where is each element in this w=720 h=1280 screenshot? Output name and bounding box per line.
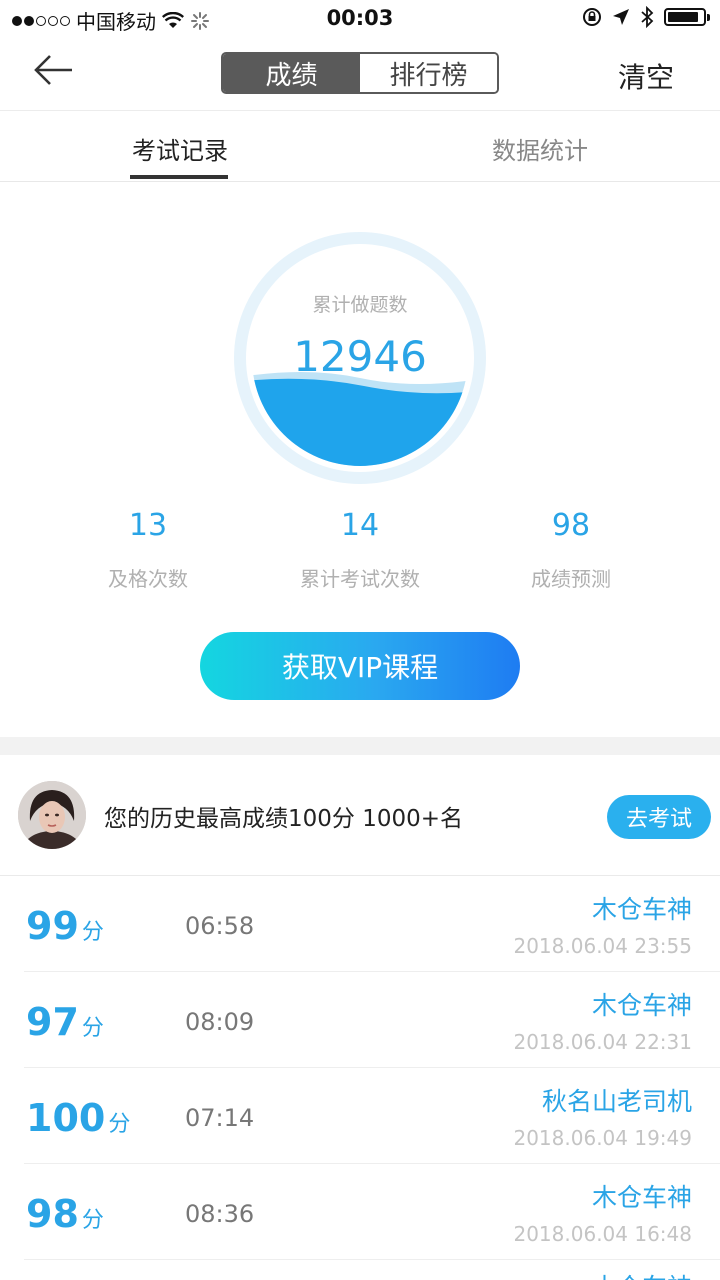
- table-row[interactable]: 100 分 07:14 秋名山老司机 2018.06.04 19:49: [0, 1068, 720, 1164]
- table-row[interactable]: 97 分 08:09 木仓车神 2018.06.04 22:31: [0, 972, 720, 1068]
- record-score: 97 分: [26, 1000, 104, 1044]
- avatar[interactable]: [18, 781, 86, 849]
- record-user-name: 木仓车神: [592, 1268, 692, 1280]
- stat-pass-count-label: 及格次数: [108, 567, 188, 591]
- record-score: 100 分: [26, 1096, 131, 1140]
- bluetooth-icon: [641, 6, 654, 28]
- location-arrow-icon: [613, 9, 629, 25]
- stat-score-prediction-label: 成绩预测: [531, 567, 611, 591]
- record-user-name: 木仓车神: [591, 991, 692, 1020]
- status-icons: [582, 6, 710, 28]
- tab-exam-records[interactable]: 考试记录: [80, 131, 280, 166]
- record-date: 2018.06.04 16:48: [513, 1222, 692, 1246]
- active-tab-indicator: [130, 175, 228, 179]
- question-count-gauge: 累计做题数 12946: [234, 232, 486, 484]
- segment-ranking[interactable]: 排行榜: [360, 54, 497, 92]
- record-score: 99 分: [26, 904, 104, 948]
- best-score-text: 您的历史最高成绩100分 1000+名: [104, 806, 464, 832]
- table-row[interactable]: 98 分 08:36 木仓车神 2018.06.04 16:48: [0, 1164, 720, 1260]
- record-duration: 08:36: [185, 1200, 255, 1228]
- sub-tabs: 考试记录 数据统计: [0, 111, 720, 182]
- stat-exam-count-value: 14: [340, 508, 380, 543]
- record-date: 2018.06.04 23:55: [513, 934, 692, 958]
- record-duration: 06:58: [185, 912, 255, 940]
- stat-score-prediction-value: 98: [551, 508, 591, 543]
- best-score-row: 您的历史最高成绩100分 1000+名 去考试: [0, 755, 720, 876]
- tab-data-statistics[interactable]: 数据统计: [440, 131, 640, 166]
- status-bar: 中国移动 00:03: [0, 0, 720, 36]
- section-divider: [0, 737, 720, 755]
- record-duration: 08:09: [185, 1008, 255, 1036]
- segment-score[interactable]: 成绩: [223, 54, 360, 92]
- record-score: 98 分: [26, 1192, 104, 1236]
- orientation-lock-icon: [583, 8, 601, 26]
- gauge-value: 12946: [293, 332, 427, 381]
- stat-exam-count-label: 累计考试次数: [300, 567, 420, 591]
- table-row[interactable]: 木仓车神: [0, 1260, 720, 1280]
- record-date: 2018.06.04 19:49: [513, 1126, 692, 1150]
- stat-pass-count-value: 13: [128, 508, 168, 543]
- get-vip-course-button[interactable]: 获取VIP课程: [200, 632, 520, 700]
- nav-bar: 成绩 排行榜 清空: [0, 36, 720, 111]
- record-user-name: 秋名山老司机: [541, 1087, 692, 1116]
- gauge-label: 累计做题数: [312, 294, 408, 316]
- battery-icon: [664, 8, 710, 26]
- table-row[interactable]: 99 分 06:58 木仓车神 2018.06.04 23:55: [0, 876, 720, 972]
- back-arrow-icon[interactable]: [30, 52, 78, 92]
- clear-button[interactable]: 清空: [618, 56, 674, 96]
- segmented-control: 成绩 排行榜: [221, 52, 499, 94]
- go-exam-button[interactable]: 去考试: [607, 795, 711, 839]
- record-user-name: 木仓车神: [591, 895, 692, 924]
- record-duration: 07:14: [185, 1104, 255, 1132]
- record-user-name: 木仓车神: [591, 1183, 692, 1212]
- record-date: 2018.06.04 22:31: [513, 1030, 692, 1054]
